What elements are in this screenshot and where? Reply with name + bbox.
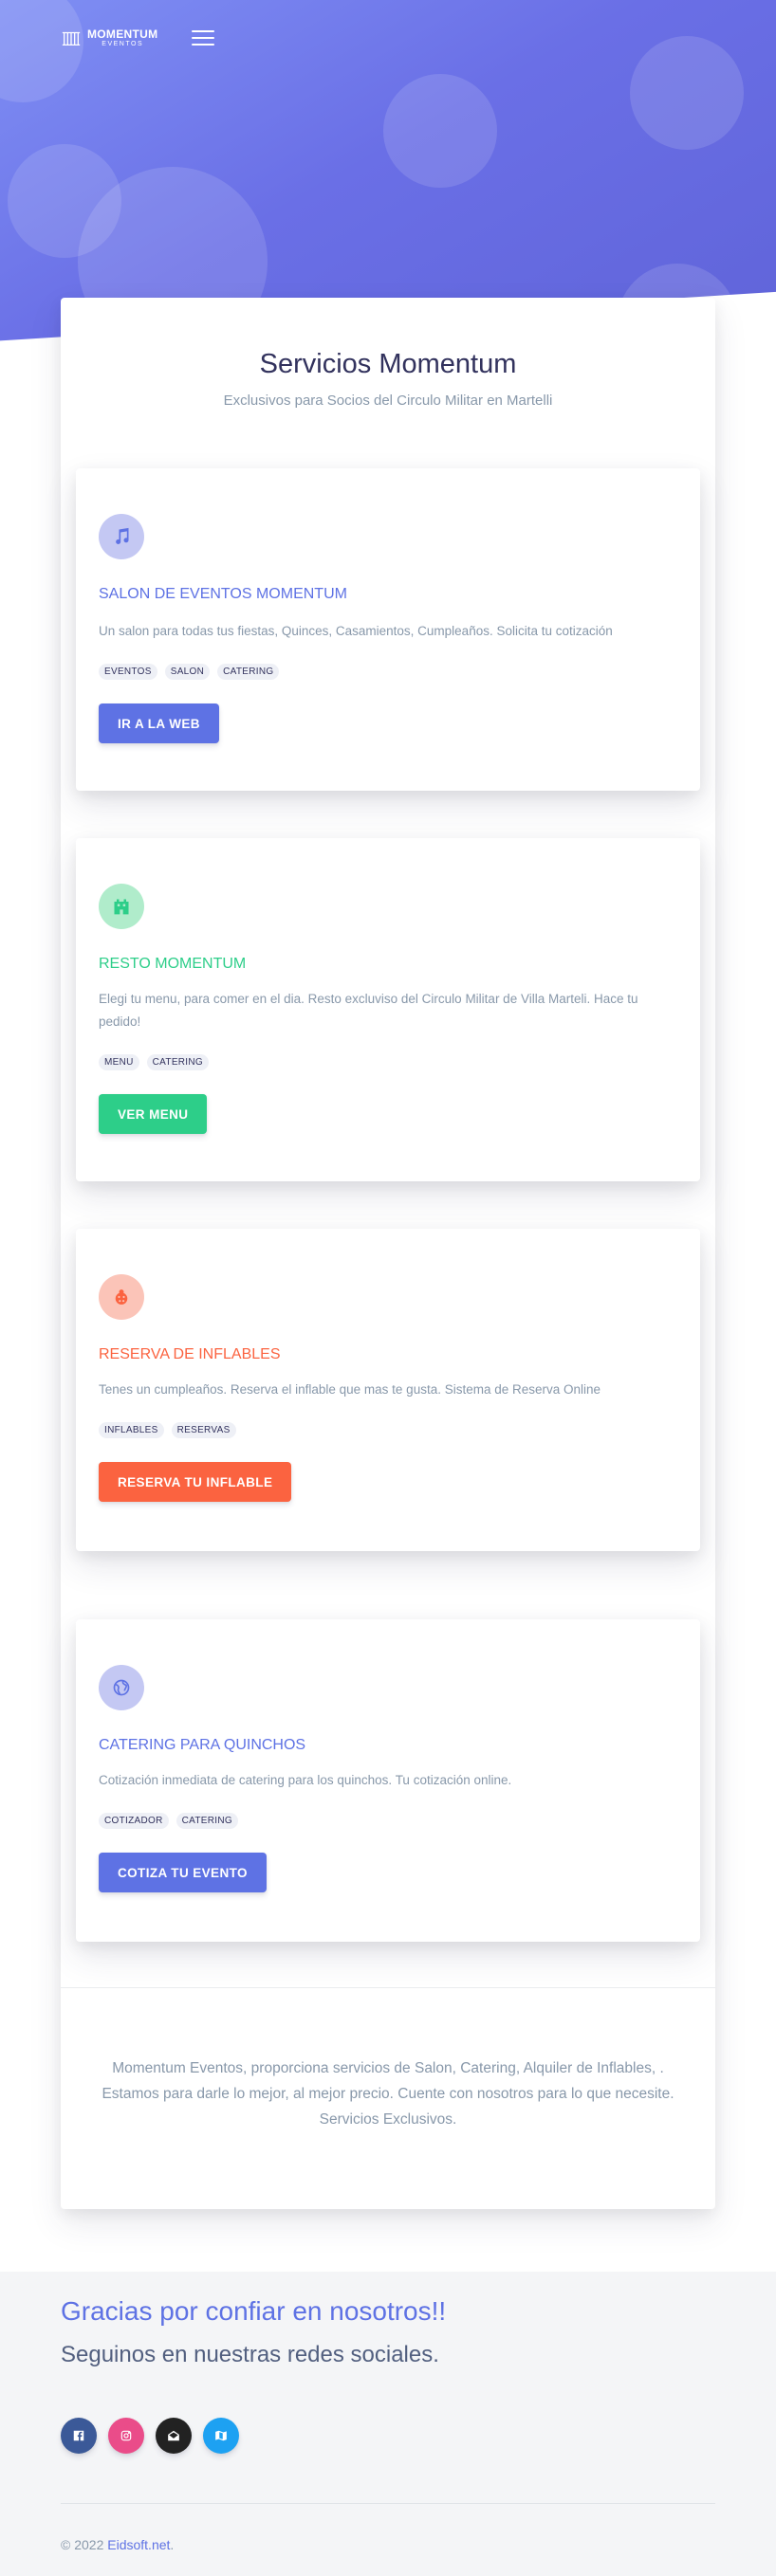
service-card-catering: CATERING PARA QUINCHOS Cotización inmedi… [76, 1619, 700, 1942]
building-icon [99, 884, 144, 929]
map-icon[interactable] [203, 2418, 239, 2454]
copyright: © 2022 Eidsoft.net. [61, 2537, 174, 2552]
brand-name: MOMENTUM [87, 27, 158, 41]
copyright-prefix: © 2022 [61, 2537, 108, 2552]
footer: Gracias por confiar en nosotros!! Seguin… [0, 2272, 776, 2576]
page-subtitle: Exclusivos para Socios del Circulo Milit… [223, 393, 553, 409]
eidsoft-link[interactable]: Eidsoft.net [107, 2537, 170, 2552]
tag: CATERING [176, 1813, 238, 1829]
logo-columns-icon [62, 31, 81, 46]
service-title: SALON DE EVENTOS MOMENTUM [99, 586, 347, 602]
card-divider [61, 1987, 715, 1988]
service-tags: EVENTOS SALON CATERING [99, 664, 280, 680]
music-note-icon [99, 514, 144, 559]
reserva-tu-inflable-button[interactable]: RESERVA TU INFLABLE [99, 1462, 292, 1502]
cotiza-tu-evento-button[interactable]: COTIZA TU EVENTO [99, 1853, 267, 1892]
service-title: CATERING PARA QUINCHOS [99, 1737, 306, 1753]
facebook-icon[interactable] [61, 2418, 97, 2454]
instagram-icon[interactable] [108, 2418, 144, 2454]
tag: SALON [164, 664, 211, 680]
ver-menu-button[interactable]: VER MENU [99, 1094, 208, 1134]
brand-subtitle: EVENTOS [102, 41, 144, 47]
copyright-suffix: . [170, 2537, 175, 2552]
service-tags: MENU CATERING [99, 1054, 209, 1070]
service-description: Un salon para todas tus fiestas, Quinces… [99, 624, 613, 638]
footer-thanks: Gracias por confiar en nosotros!! [61, 2296, 447, 2326]
service-tags: INFLABLES RESERVAS [99, 1422, 236, 1438]
globe-icon [99, 1665, 144, 1710]
service-card-salon: SALON DE EVENTOS MOMENTUM Un salon para … [76, 468, 700, 791]
closing-text: Momentum Eventos, proporciona servicios … [102, 2060, 674, 2128]
tag: INFLABLES [99, 1422, 164, 1438]
brand-logo[interactable]: MOMENTUM EVENTOS [61, 27, 157, 48]
service-description: Cotización inmediata de catering para lo… [99, 1773, 512, 1787]
service-title: RESTO MOMENTUM [99, 956, 247, 972]
tag: RESERVAS [171, 1422, 236, 1438]
navbar: MOMENTUM EVENTOS [61, 19, 215, 57]
footer-divider [61, 2503, 715, 2504]
page-title: Servicios Momentum [259, 349, 517, 379]
service-title: RESERVA DE INFLABLES [99, 1346, 281, 1362]
footer-follow: Seguinos en nuestras redes sociales. [61, 2342, 439, 2367]
service-description: Tenes un cumpleaños. Reserva el inflable… [99, 1382, 601, 1397]
service-card-resto: RESTO MOMENTUM Elegi tu menu, para comer… [76, 838, 700, 1181]
tag: COTIZADOR [99, 1813, 169, 1829]
ladybug-icon [99, 1274, 144, 1320]
service-tags: COTIZADOR CATERING [99, 1813, 238, 1829]
tag: CATERING [146, 1054, 209, 1070]
ir-a-la-web-button[interactable]: IR A LA WEB [99, 703, 219, 743]
tag: EVENTOS [99, 664, 157, 680]
services-card: Servicios Momentum Exclusivos para Socio… [61, 298, 715, 2209]
envelope-icon[interactable] [156, 2418, 192, 2454]
service-card-inflables: RESERVA DE INFLABLES Tenes un cumpleaños… [76, 1229, 700, 1551]
hamburger-menu-icon[interactable] [192, 28, 215, 47]
service-description: Elegi tu menu, para comer en el dia. Res… [99, 992, 638, 1029]
social-links [61, 2418, 239, 2454]
tag: CATERING [217, 664, 280, 680]
tag: MENU [99, 1054, 139, 1070]
